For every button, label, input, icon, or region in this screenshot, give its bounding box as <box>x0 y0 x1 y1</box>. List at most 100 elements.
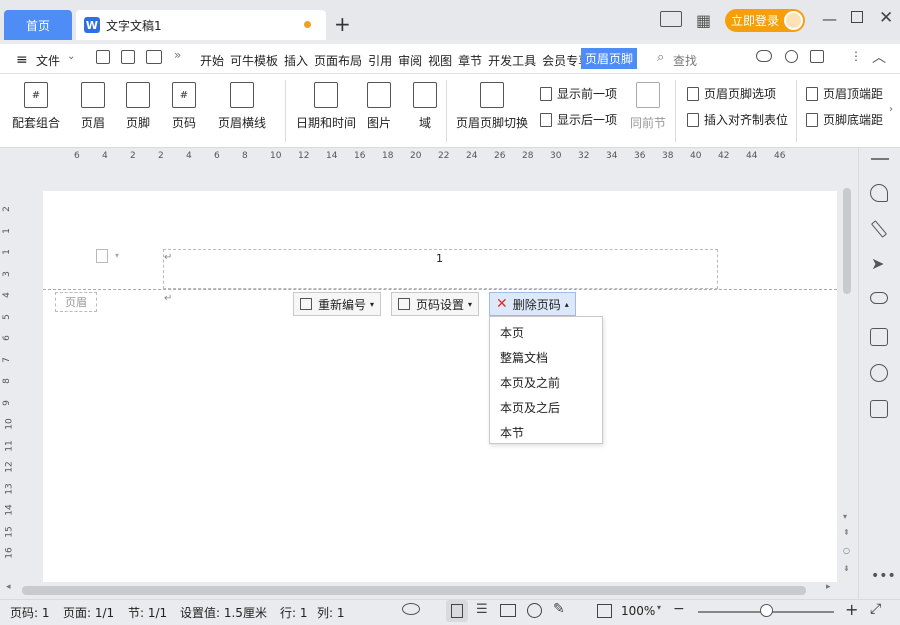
minimize-icon[interactable]: — <box>822 10 837 28</box>
menu-view[interactable]: 视图 <box>428 52 452 69</box>
menu-start[interactable]: 开始 <box>200 52 224 69</box>
lightning-icon[interactable] <box>870 364 888 382</box>
export-pdf-icon[interactable] <box>121 50 135 64</box>
status-column[interactable]: 列: 1 <box>317 604 345 621</box>
status-pages[interactable]: 页面: 1/1 <box>63 604 114 621</box>
menu-item-this-and-before[interactable]: 本页及之前 <box>500 374 560 391</box>
date-time-button[interactable]: 日期和时间 <box>296 82 356 131</box>
menu-template[interactable]: 可牛模板 <box>230 52 278 69</box>
adjust-icon[interactable] <box>870 292 888 304</box>
fit-page-icon[interactable] <box>597 604 612 618</box>
page-number-button[interactable]: # 页码 <box>172 82 196 131</box>
more-dots-icon[interactable]: ••• <box>871 568 896 584</box>
status-section[interactable]: 节: 1/1 <box>128 604 167 621</box>
vertical-scroll-thumb[interactable] <box>843 188 851 294</box>
zoom-in-icon[interactable]: + <box>845 600 858 619</box>
collapse-ribbon-icon[interactable]: ︿ <box>872 47 886 67</box>
hamburger-icon[interactable]: ≡ <box>16 52 28 68</box>
zoom-out-icon[interactable]: − <box>673 601 685 617</box>
menu-item-whole-document[interactable]: 整篇文档 <box>500 349 548 366</box>
zoom-dropdown-icon[interactable]: ▾ <box>657 603 661 612</box>
rocket-icon[interactable] <box>870 184 888 202</box>
menu-item-this-page[interactable]: 本页 <box>500 324 524 341</box>
next-page-icon[interactable]: ⇟ <box>843 564 850 573</box>
close-icon[interactable]: ✕ <box>879 8 893 28</box>
scroll-left-icon[interactable]: ◂ <box>6 582 11 592</box>
web-view-icon[interactable] <box>527 603 542 618</box>
vertical-scrollbar[interactable]: ▾ ⇞ ○ ⇟ <box>838 168 856 582</box>
page-settings-button[interactable]: 页码设置 ▾ <box>391 292 480 316</box>
print-icon[interactable] <box>146 50 162 64</box>
sidebar-menu-icon[interactable] <box>871 158 889 160</box>
tablet-mode-icon[interactable] <box>660 11 682 27</box>
menu-insert[interactable]: 插入 <box>284 52 308 69</box>
renumber-button[interactable]: 重新编号 ▾ <box>293 292 382 316</box>
menu-item-this-section[interactable]: 本节 <box>500 424 524 441</box>
search-icon[interactable]: ⌕ <box>657 50 664 65</box>
header-line-button[interactable]: 页眉横线 <box>218 82 266 131</box>
reading-view-icon[interactable] <box>500 604 516 617</box>
search-label[interactable]: 查找 <box>673 52 697 69</box>
share-user-icon[interactable] <box>785 50 798 63</box>
outline-view-icon[interactable]: ☰ <box>476 602 488 617</box>
page-number-field[interactable]: 1 <box>436 252 443 265</box>
menu-review[interactable]: 审阅 <box>398 52 422 69</box>
browse-object-icon[interactable]: ○ <box>843 546 850 555</box>
scroll-right-icon[interactable]: ▸ <box>826 582 831 592</box>
maximize-icon[interactable] <box>851 11 863 23</box>
apps-grid-icon[interactable]: ▦ <box>696 11 711 30</box>
menu-item-this-and-after[interactable]: 本页及之后 <box>500 399 560 416</box>
annotate-icon[interactable]: ✎ <box>553 601 565 617</box>
header-button[interactable]: 页眉 <box>81 82 105 131</box>
horizontal-scroll-thumb[interactable] <box>22 586 806 595</box>
login-button[interactable]: 立即登录 <box>725 9 805 32</box>
field-button[interactable]: 域 <box>413 82 437 131</box>
header-top-distance[interactable]: 页眉顶端距 <box>806 85 888 102</box>
header-options-icon[interactable] <box>96 249 108 263</box>
vertical-ruler[interactable]: 2 1 1 3 4 5 6 7 8 9 10 11 12 13 14 15 16 <box>0 168 20 582</box>
menu-header-footer[interactable]: 页眉页脚 <box>581 48 638 69</box>
horizontal-scrollbar[interactable]: ◂ ▸ <box>0 582 856 599</box>
show-next-button[interactable]: 显示后一项 <box>540 111 617 128</box>
chevron-down-icon[interactable]: ⌄ <box>67 51 75 62</box>
footer-bottom-distance[interactable]: 页脚底端距 <box>806 111 888 128</box>
share-icon[interactable] <box>810 50 824 63</box>
more-arrows-icon[interactable]: » <box>174 48 181 62</box>
image-edit-icon[interactable] <box>870 328 888 346</box>
hf-options-button[interactable]: 页眉页脚选项 <box>687 85 776 102</box>
picture-button[interactable]: 图片 <box>367 82 391 131</box>
same-as-previous-button[interactable]: 同前节 <box>630 82 666 131</box>
eye-protection-icon[interactable] <box>402 603 420 615</box>
ribbon-scroll-right-icon[interactable]: › <box>889 104 893 115</box>
menu-section[interactable]: 章节 <box>458 52 482 69</box>
more-icon[interactable]: ⋮ <box>850 49 862 63</box>
status-page[interactable]: 页码: 1 <box>10 604 50 621</box>
menu-developer[interactable]: 开发工具 <box>488 52 536 69</box>
footer-button[interactable]: 页脚 <box>126 82 150 131</box>
page-settings-label: 页码设置 <box>416 297 465 312</box>
tab-home[interactable]: 首页 <box>4 10 72 40</box>
login-label: 立即登录 <box>731 14 780 28</box>
select-cursor-icon[interactable]: ➤ <box>871 254 884 273</box>
new-tab-button[interactable]: + <box>334 12 351 36</box>
show-previous-button[interactable]: 显示前一项 <box>540 85 617 102</box>
zoom-level[interactable]: 100% <box>621 604 655 618</box>
previous-page-icon[interactable]: ⇞ <box>843 528 850 537</box>
status-row[interactable]: 行: 1 <box>280 604 308 621</box>
scroll-down-icon[interactable]: ▾ <box>843 512 847 521</box>
switch-header-footer-button[interactable]: 页眉页脚切换 <box>456 82 528 131</box>
menu-references[interactable]: 引用 <box>368 52 392 69</box>
cloud-icon[interactable] <box>756 50 772 62</box>
insert-tab-button[interactable]: 插入对齐制表位 <box>687 111 788 128</box>
menu-file[interactable]: 文件 <box>36 52 60 69</box>
tab-document[interactable]: W 文字文稿1 <box>76 10 326 40</box>
reader-icon[interactable] <box>870 400 888 418</box>
combo-button[interactable]: # 配套组合 <box>12 82 60 131</box>
delete-page-number-button[interactable]: ✕ 删除页码 ▴ <box>489 292 576 316</box>
save-icon[interactable] <box>96 50 110 64</box>
menu-layout[interactable]: 页面布局 <box>314 52 362 69</box>
fullscreen-icon[interactable]: ⤢ <box>870 601 881 617</box>
status-setting[interactable]: 设置值: 1.5厘米 <box>180 604 267 621</box>
pen-icon[interactable] <box>870 220 888 238</box>
zoom-slider-thumb[interactable] <box>760 604 773 617</box>
